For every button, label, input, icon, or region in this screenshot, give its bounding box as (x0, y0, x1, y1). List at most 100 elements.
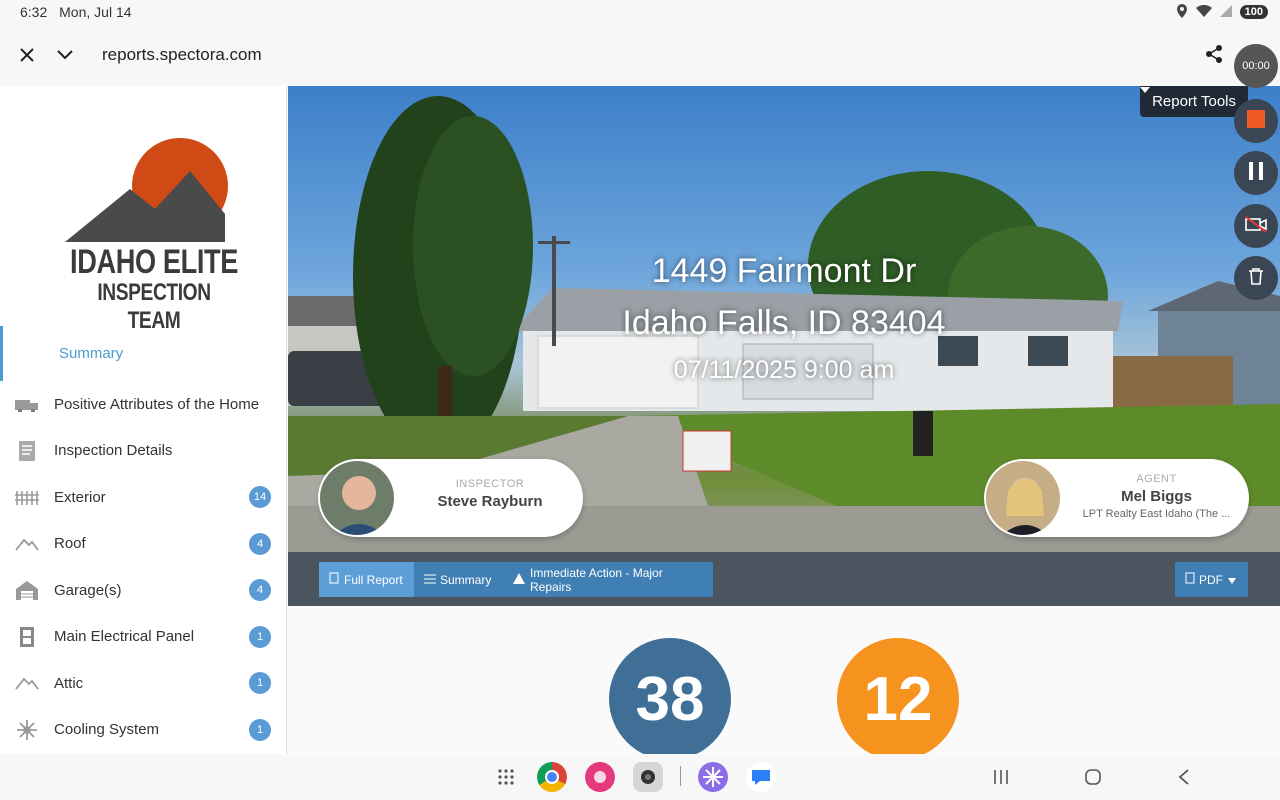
nav-item-label: Attic (54, 674, 84, 692)
summary-label: Summary (440, 572, 492, 587)
signal-icon (1219, 4, 1232, 20)
url-text[interactable]: reports.spectora.com (102, 45, 262, 65)
bixby-icon[interactable] (698, 762, 728, 792)
agent-name: Mel Biggs (1121, 488, 1192, 505)
camera-off-button[interactable] (1234, 204, 1278, 248)
report-summary-area: 38 12 (288, 606, 1280, 754)
agent-avatar (984, 459, 1062, 537)
pause-recording-button[interactable] (1234, 151, 1278, 195)
count-badge: 1 (249, 672, 271, 695)
logo-line-1: IDAHO ELITE (70, 243, 238, 281)
warning-icon (513, 572, 525, 587)
inspector-card[interactable]: INSPECTOR Steve Rayburn (318, 459, 583, 537)
browser-url-bar: reports.spectora.com (0, 24, 1280, 86)
inspector-avatar (318, 459, 396, 537)
agent-card[interactable]: AGENT Mel Biggs LPT Realty East Idaho (T… (984, 459, 1249, 537)
house-truck-icon (14, 393, 40, 415)
snowflake-icon (14, 719, 40, 741)
inspector-name: Steve Rayburn (437, 493, 543, 510)
recent-apps-icon[interactable] (992, 768, 1010, 791)
count-badge: 1 (249, 625, 271, 648)
share-icon[interactable] (1204, 44, 1224, 69)
electrical-panel-icon (14, 626, 40, 648)
garage-icon (14, 579, 40, 601)
dock-divider (680, 766, 681, 786)
nav-item-exterior[interactable]: Exterior 14 (0, 474, 286, 521)
app-drawer-icon[interactable] (497, 768, 515, 791)
pdf-icon (1185, 572, 1195, 587)
nav-item-label: Main Electrical Panel (54, 628, 195, 646)
count-badge: 4 (249, 532, 271, 555)
chrome-icon[interactable] (537, 762, 567, 792)
battery-indicator: 100 (1239, 5, 1268, 19)
stop-recording-button[interactable] (1234, 99, 1278, 143)
immediate-action-button[interactable]: Immediate Action - Major Repairs (503, 562, 713, 597)
recorder-timer: 00:00 (1234, 44, 1278, 88)
location-icon (1176, 3, 1188, 21)
pdf-button[interactable]: PDF (1175, 562, 1248, 597)
caret-down-icon (1228, 573, 1236, 587)
messages-icon[interactable] (746, 762, 776, 792)
report-sidebar: IDAHO ELITE INSPECTION TEAM Summary Posi… (0, 86, 287, 754)
count-badge: 1 (249, 718, 271, 741)
recorder-timer-text: 00:00 (1242, 60, 1270, 72)
nav-item-garages[interactable]: Garage(s) 4 (0, 567, 286, 614)
nav-item-inspection-details[interactable]: Inspection Details (0, 428, 286, 475)
nav-item-label: Roof (54, 535, 86, 553)
nav-item-label: Inspection Details (54, 442, 173, 460)
nav-item-attic[interactable]: Attic 1 (0, 660, 286, 707)
nav-item-roof[interactable]: Roof 4 (0, 521, 286, 568)
pdf-label: PDF (1199, 572, 1223, 587)
property-address-line-2: Idaho Falls, ID 83404 (622, 304, 946, 342)
attic-icon (14, 672, 40, 694)
count-badge: 4 (249, 579, 271, 602)
agent-company: LPT Realty East Idaho (The ... (1082, 508, 1231, 520)
property-address-line-1: 1449 Fairmont Dr (651, 252, 917, 290)
system-navigation-bar (0, 754, 1280, 800)
nav-item-cooling-system[interactable]: Cooling System 1 (0, 707, 286, 754)
roof-icon (14, 533, 40, 555)
nav-item-label: Exterior (54, 488, 106, 506)
section-nav: Summary Positive Attributes of the Home … (0, 326, 286, 754)
wifi-icon (1195, 4, 1212, 20)
camera-icon[interactable] (633, 762, 663, 792)
home-icon[interactable] (1084, 768, 1102, 791)
agent-role: AGENT (1136, 473, 1177, 485)
pause-icon (1249, 161, 1263, 185)
status-bar: 6:32 Mon, Jul 14 100 (0, 0, 1280, 24)
count-badge: 14 (249, 486, 271, 509)
nav-item-main-electrical-panel[interactable]: Main Electrical Panel 1 (0, 614, 286, 661)
immediate-action-label: Immediate Action - Major Repairs (530, 565, 663, 594)
summary-button[interactable]: Summary (414, 562, 503, 597)
screen-recorder-panel: 00:00 (1232, 44, 1280, 300)
fence-icon (14, 486, 40, 508)
inspector-role: INSPECTOR (455, 478, 525, 490)
total-items-count[interactable]: 38 (609, 638, 731, 754)
nav-summary[interactable]: Summary (0, 326, 286, 381)
nav-item-label: Cooling System (54, 721, 160, 739)
status-date: Mon, Jul 14 (59, 4, 132, 20)
nav-item-positive-attributes[interactable]: Positive Attributes of the Home (0, 381, 286, 428)
company-logo: IDAHO ELITE INSPECTION TEAM (60, 114, 238, 334)
report-toolbar: Full Report Summary Immediate Action - M… (288, 552, 1280, 606)
close-icon[interactable] (16, 44, 38, 66)
delete-recording-button[interactable] (1234, 256, 1278, 300)
chevron-down-icon[interactable] (54, 44, 76, 66)
status-time: 6:32 (20, 4, 48, 20)
recommendations-count[interactable]: 12 (837, 638, 959, 754)
nav-item-label: Garage(s) (54, 581, 122, 599)
property-hero: Report Tools 1449 Fairmont Dr Idaho Fall… (288, 86, 1280, 552)
gallery-icon[interactable] (585, 762, 615, 792)
full-report-button[interactable]: Full Report (319, 562, 414, 597)
nav-item-label: Positive Attributes of the Home (54, 395, 260, 413)
video-off-icon (1245, 215, 1267, 237)
document-icon (14, 440, 40, 462)
report-tools-label: Report Tools (1152, 93, 1236, 110)
document-icon (329, 572, 339, 587)
inspection-datetime: 07/11/2025 9:00 am (673, 356, 895, 384)
trash-icon (1248, 267, 1264, 290)
list-icon (424, 573, 436, 587)
stop-icon (1247, 109, 1265, 133)
full-report-label: Full Report (344, 572, 403, 587)
back-icon[interactable] (1177, 768, 1191, 791)
